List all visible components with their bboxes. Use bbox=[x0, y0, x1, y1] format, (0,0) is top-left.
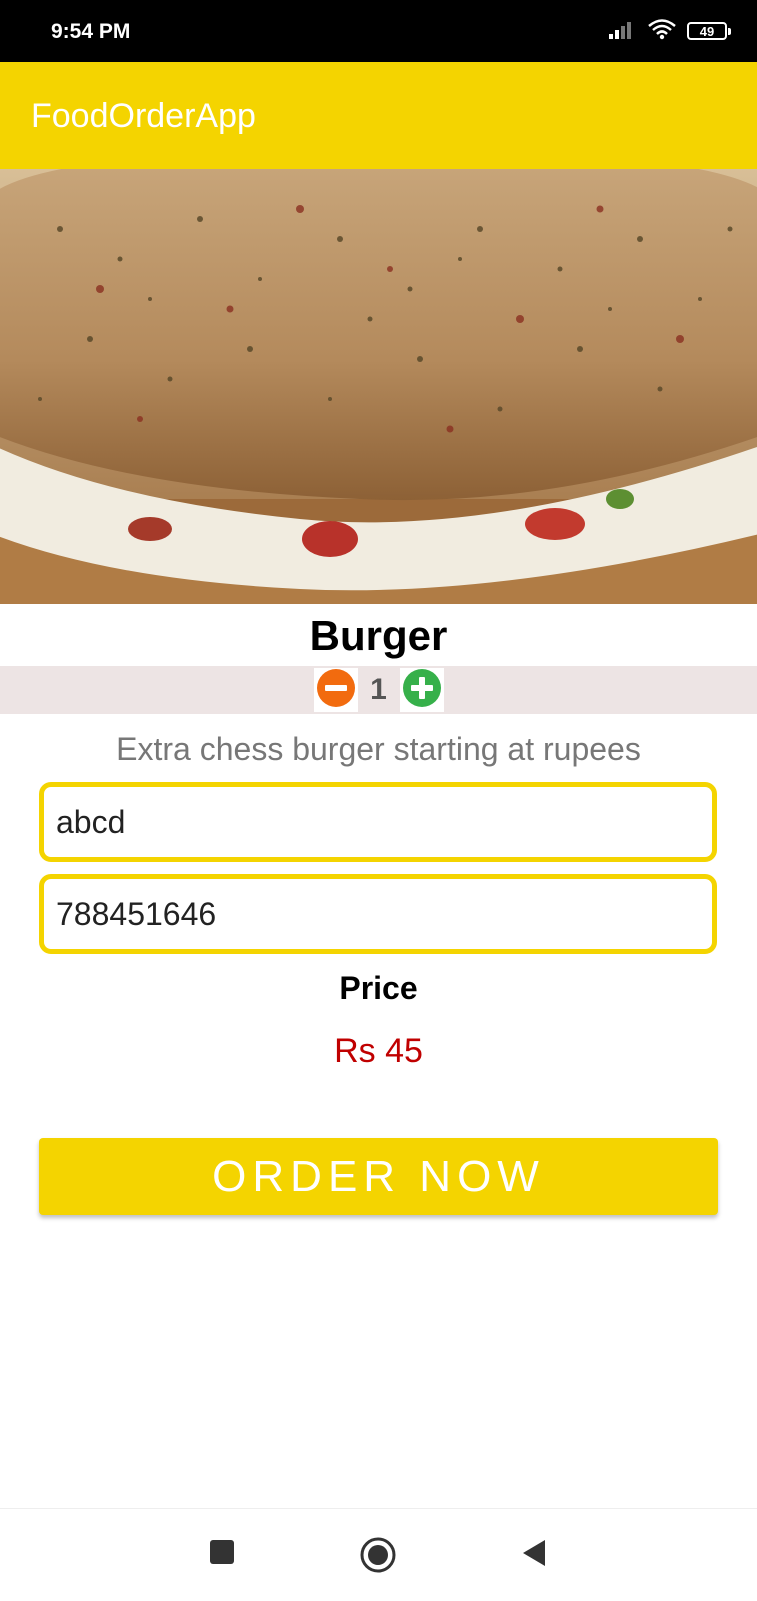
wifi-icon bbox=[647, 18, 677, 45]
nav-recents-icon[interactable] bbox=[209, 1539, 235, 1570]
status-time: 9:54 PM bbox=[51, 20, 131, 43]
name-field[interactable] bbox=[39, 782, 717, 862]
product-description: Extra chess burger starting at rupees bbox=[116, 731, 641, 767]
app-title: FoodOrderApp bbox=[31, 97, 256, 135]
nav-home-icon[interactable] bbox=[359, 1536, 397, 1579]
price-value: Rs 45 bbox=[334, 1032, 423, 1070]
nav-back-icon[interactable] bbox=[521, 1539, 547, 1572]
product-name: Burger bbox=[309, 612, 448, 659]
status-bar: 9:54 PM 49 bbox=[0, 0, 757, 62]
battery-level: 49 bbox=[699, 23, 715, 39]
price-label: Price bbox=[339, 970, 418, 1006]
plus-icon bbox=[402, 668, 442, 713]
phone-field[interactable] bbox=[39, 874, 717, 954]
product-image bbox=[0, 169, 757, 604]
status-icons: 49 bbox=[609, 18, 731, 45]
quantity-stepper: 1 bbox=[311, 666, 446, 714]
quantity-row: 1 bbox=[0, 666, 757, 714]
minus-icon bbox=[316, 668, 356, 713]
navigation-bar bbox=[0, 1508, 757, 1601]
app-bar: FoodOrderApp bbox=[0, 62, 757, 169]
increment-button[interactable] bbox=[399, 668, 444, 713]
signal-icon bbox=[609, 19, 637, 44]
quantity-value: 1 bbox=[370, 673, 387, 706]
decrement-button[interactable] bbox=[313, 668, 358, 713]
order-now-button[interactable]: ORDER NOW bbox=[39, 1138, 718, 1215]
battery-icon: 49 bbox=[687, 22, 731, 40]
